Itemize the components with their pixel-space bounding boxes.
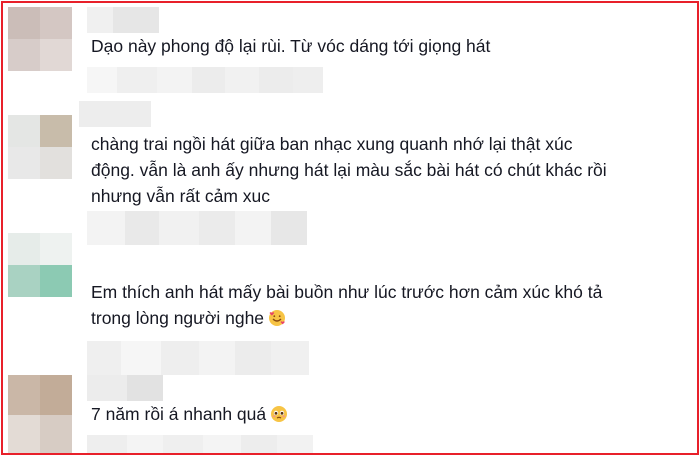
comment-line: trong lòng người nghe — [91, 308, 265, 328]
comment-section-frame: Dạo này phong độ lại rùi. Từ vóc dáng tớ… — [1, 1, 699, 455]
comment-meta-blurred — [87, 67, 323, 93]
reply-meta-blurred — [79, 101, 151, 127]
comment-line: chàng trai ngồi hát giữa ban nhạc xung q… — [91, 134, 573, 154]
pleading-face-emoji — [270, 404, 288, 422]
avatar[interactable] — [8, 375, 72, 453]
comment-text: 7 năm rồi á nhanh quá — [91, 401, 691, 427]
comment-line: động. vẫn là anh ấy nhưng hát lại màu sắ… — [91, 160, 607, 180]
avatar[interactable] — [8, 115, 72, 179]
comment-text: chàng trai ngồi hát giữa ban nhạc xung q… — [91, 131, 691, 209]
avatar[interactable] — [8, 7, 72, 71]
comment-line: Dạo này phong độ lại rùi. Từ vóc dáng tớ… — [91, 36, 491, 56]
smiling-face-with-hearts-emoji — [268, 308, 286, 326]
comment-meta-blurred — [87, 341, 309, 375]
comment-line: Em thích anh hát mấy bài buồn như lúc tr… — [91, 282, 603, 302]
comment-text: Dạo này phong độ lại rùi. Từ vóc dáng tớ… — [91, 33, 691, 59]
avatar[interactable] — [8, 233, 72, 297]
comment-line: 7 năm rồi á nhanh quá — [91, 404, 267, 424]
comment-line: nhưng vẫn rất cảm xuc — [91, 186, 271, 206]
username-blurred[interactable] — [87, 7, 159, 33]
comment-meta-blurred — [87, 435, 313, 453]
comment-meta-blurred — [87, 211, 307, 245]
comment-text: Em thích anh hát mấy bài buồn như lúc tr… — [91, 279, 691, 331]
username-blurred[interactable] — [87, 375, 163, 401]
